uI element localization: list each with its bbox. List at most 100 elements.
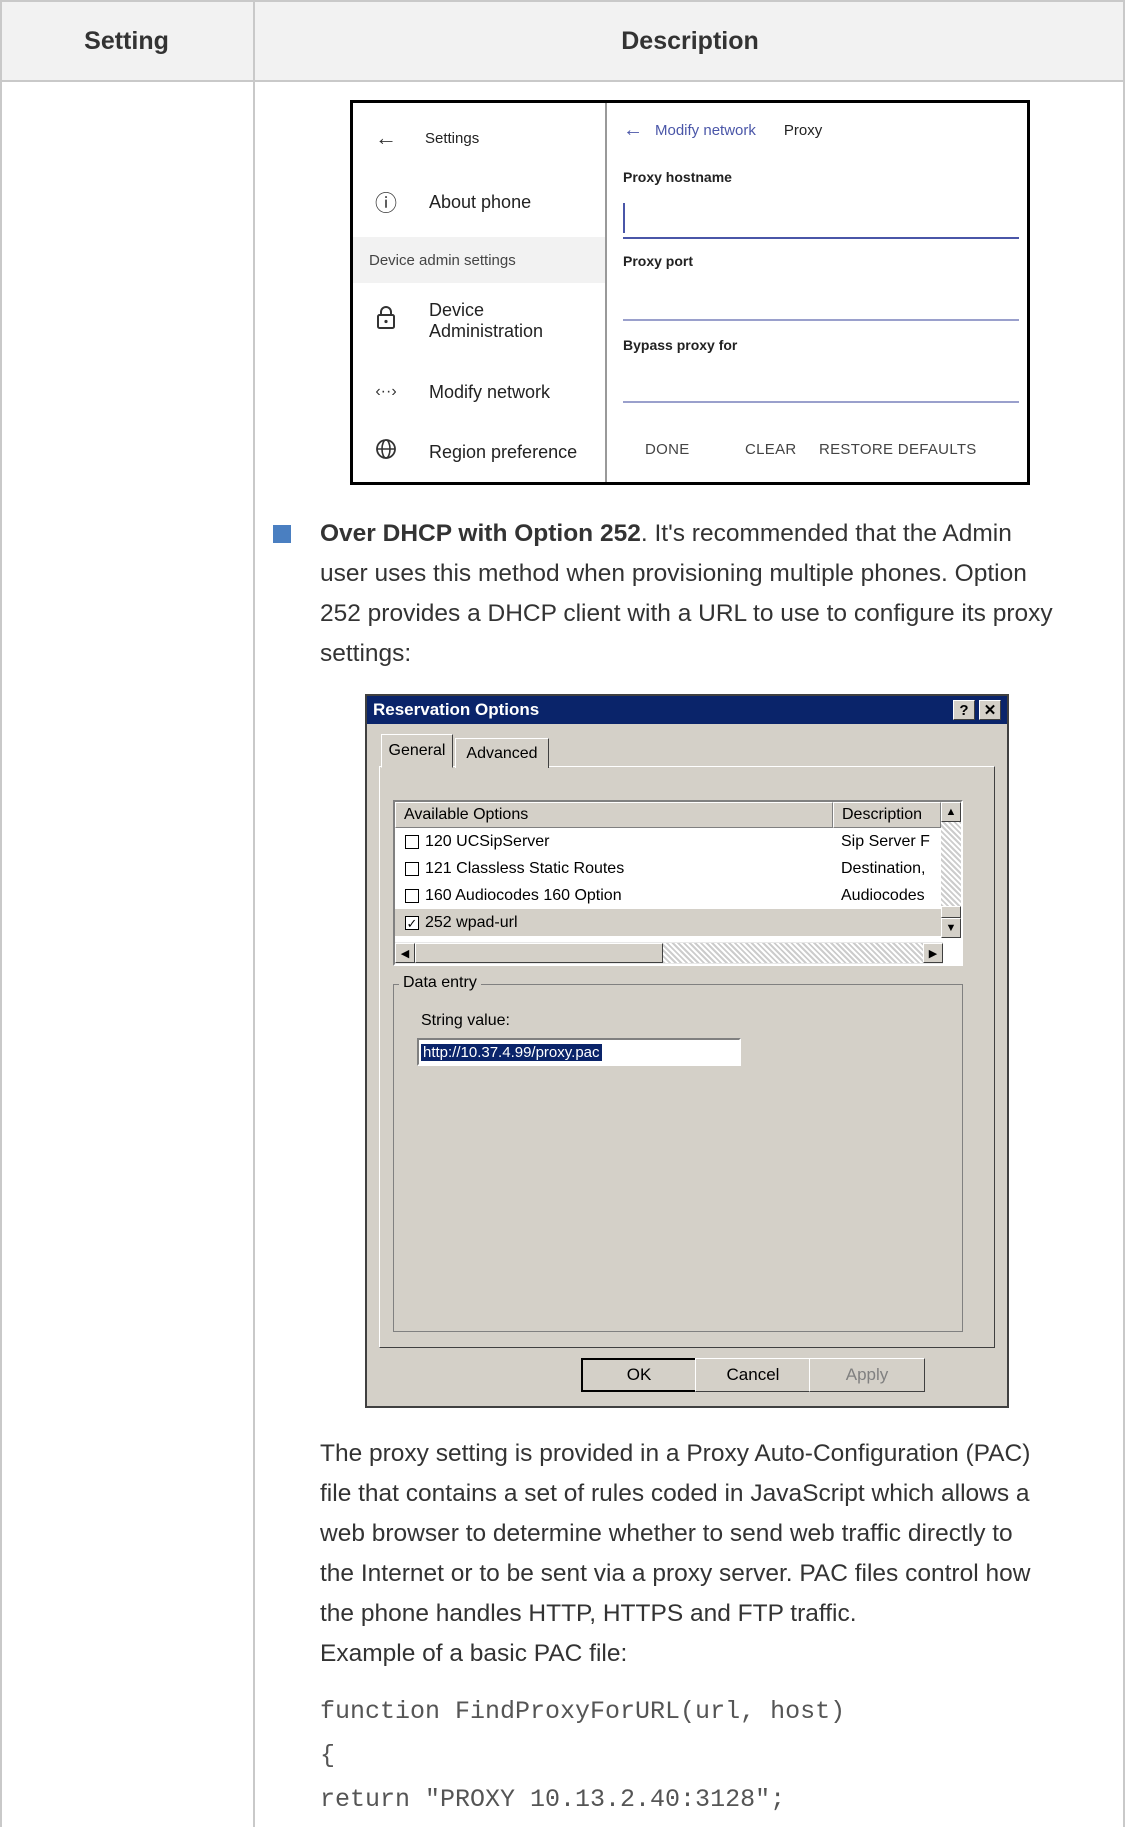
arrow-left-icon[interactable]: ← — [369, 125, 403, 151]
column-available-options[interactable]: Available Options — [395, 802, 833, 828]
proxy-port-input[interactable] — [623, 319, 1019, 321]
list-item[interactable]: 160 Audiocodes 160 Option Audiocodes — [395, 882, 945, 909]
bullet-marker — [273, 525, 291, 543]
checkbox-checked[interactable]: ✓ — [405, 915, 419, 930]
pac-line-5: the phone handles HTTP, HTTPS and FTP tr… — [320, 1600, 857, 1627]
restore-defaults-button[interactable]: RESTORE DEFAULTS — [819, 441, 977, 458]
scroll-track[interactable] — [941, 822, 961, 906]
checkbox[interactable] — [405, 834, 419, 849]
section-device-admin: Device admin settings — [353, 237, 605, 283]
proxy-settings-pane: ← Modify network Proxy Proxy hostname Pr… — [607, 103, 1027, 482]
horizontal-scroll-track[interactable] — [663, 943, 923, 963]
string-value-input[interactable]: http://10.37.4.99/proxy.pac — [417, 1038, 741, 1066]
device-admin-line1: Device — [429, 300, 485, 320]
checkbox[interactable] — [405, 888, 419, 903]
option-description: Sip Server F — [841, 832, 930, 850]
column-description[interactable]: Description — [833, 802, 941, 828]
scroll-right-icon[interactable]: ▶ — [923, 943, 943, 963]
pac-line-1: The proxy setting is provided in a Proxy… — [320, 1440, 1031, 1467]
data-entry-legend: Data entry — [399, 974, 481, 992]
bullet-line-4: settings: — [320, 640, 412, 667]
list-item[interactable]: 121 Classless Static Routes Destination, — [395, 855, 945, 882]
option-description: Audiocodes — [841, 886, 925, 904]
breadcrumb-parent[interactable]: Modify network — [655, 122, 756, 139]
tab-general[interactable]: General — [381, 734, 453, 768]
code-line-1: function FindProxyForURL(url, host) — [320, 1697, 846, 1726]
scroll-up-icon[interactable]: ▲ — [941, 802, 961, 822]
header-description: Description — [621, 26, 759, 55]
lock-icon — [369, 306, 403, 336]
clear-button[interactable]: CLEAR — [745, 441, 797, 458]
pac-line-4: the Internet or to be sent via a proxy s… — [320, 1560, 1031, 1587]
table-border-left — [0, 0, 2, 1827]
info-icon: ⓘ — [374, 191, 397, 216]
header-setting: Setting — [84, 26, 169, 55]
menu-item-device-administration[interactable]: Device Administration — [353, 283, 605, 359]
dialog-title: Reservation Options — [373, 700, 540, 719]
globe-icon — [369, 438, 403, 466]
checkbox[interactable] — [405, 861, 419, 876]
bullet-text: . It's recommended that the Admin — [640, 520, 1012, 547]
bullet-line-1: Over DHCP with Option 252. It's recommen… — [320, 514, 1110, 554]
ok-button[interactable]: OK — [581, 1358, 697, 1392]
menu-item-label: Modify network — [429, 381, 551, 402]
bypass-proxy-input[interactable] — [623, 401, 1019, 403]
list-item-selected[interactable]: ✓ 252 wpad-url — [395, 909, 945, 936]
column-divider — [253, 0, 255, 1827]
bullet-line-3: 252 provides a DHCP client with a URL to… — [320, 600, 1053, 627]
code-line-2: { — [320, 1741, 336, 1770]
data-entry-group — [393, 984, 963, 1332]
settings-header[interactable]: ← Settings — [353, 113, 605, 163]
bullet-bold: Over DHCP with Option 252 — [320, 520, 641, 547]
scroll-thumb[interactable] — [941, 906, 961, 918]
code-line-3: return "PROXY 10.13.2.40:3128"; — [320, 1785, 786, 1814]
close-button[interactable]: ✕ — [979, 700, 1001, 720]
apply-button[interactable]: Apply — [809, 1358, 925, 1392]
done-button[interactable]: DONE — [645, 441, 690, 458]
option-label: 252 wpad-url — [425, 913, 518, 931]
proxy-breadcrumb: ← Modify network Proxy — [623, 119, 822, 142]
list-item[interactable]: 120 UCSipServer Sip Server F — [395, 828, 945, 855]
option-label: 120 UCSipServer — [425, 832, 550, 850]
option-description: Destination, — [841, 859, 926, 877]
dialog-titlebar: Reservation Options — [367, 696, 1007, 724]
option-label: 160 Audiocodes 160 Option — [425, 886, 622, 904]
options-list: Available Options Description 120 UCSipS… — [393, 800, 963, 966]
pac-example-label: Example of a basic PAC file: — [320, 1640, 628, 1667]
network-icon: ‹··› — [375, 383, 397, 400]
table-header: Setting Description — [0, 0, 1125, 82]
menu-item-region-preference[interactable]: Region preference — [353, 425, 605, 479]
menu-item-label: Device Administration — [429, 300, 543, 342]
menu-item-about-phone[interactable]: ⓘ About phone — [353, 173, 605, 231]
proxy-hostname-label: Proxy hostname — [623, 169, 732, 185]
arrow-left-icon[interactable]: ← — [623, 119, 643, 142]
vertical-scrollbar[interactable]: ▲ ▼ — [941, 802, 961, 938]
pac-line-3: web browser to determine whether to send… — [320, 1520, 1013, 1547]
scroll-left-icon[interactable]: ◀ — [395, 943, 415, 963]
breadcrumb-current: Proxy — [783, 122, 823, 139]
settings-title: Settings — [425, 129, 480, 147]
tab-advanced[interactable]: Advanced — [455, 738, 549, 768]
option-label: 121 Classless Static Routes — [425, 859, 625, 877]
cancel-button[interactable]: Cancel — [695, 1358, 811, 1392]
proxy-port-label: Proxy port — [623, 253, 694, 269]
pac-description: The proxy setting is provided in a Proxy… — [320, 1434, 1110, 1674]
bullet-line-2: user uses this method when provisioning … — [320, 560, 1027, 587]
help-button[interactable]: ? — [953, 700, 975, 720]
horizontal-scroll-thumb[interactable] — [415, 943, 663, 963]
menu-item-modify-network[interactable]: ‹··› Modify network — [353, 365, 605, 419]
string-value-text: http://10.37.4.99/proxy.pac — [421, 1043, 602, 1061]
document-page: Setting Description ← Settings ⓘ About p… — [0, 0, 1125, 1827]
phone-settings-menu: ← Settings ⓘ About phone Device admin se… — [353, 103, 607, 482]
menu-item-label: About phone — [429, 191, 532, 212]
device-admin-line2: Administration — [429, 321, 544, 341]
horizontal-scrollbar[interactable]: ◀ ▶ — [395, 942, 943, 964]
menu-item-label: Region preference — [429, 441, 578, 462]
bypass-proxy-label: Bypass proxy for — [623, 337, 738, 353]
bullet-paragraph: Over DHCP with Option 252. It's recommen… — [320, 514, 1110, 674]
string-value-label: String value: — [421, 1012, 510, 1029]
phone-proxy-screenshot: ← Settings ⓘ About phone Device admin se… — [350, 100, 1030, 485]
reservation-options-dialog: Reservation Options ? ✕ General Advanced… — [365, 694, 1009, 1408]
scroll-down-icon[interactable]: ▼ — [941, 918, 961, 938]
proxy-hostname-input[interactable] — [623, 237, 1019, 239]
